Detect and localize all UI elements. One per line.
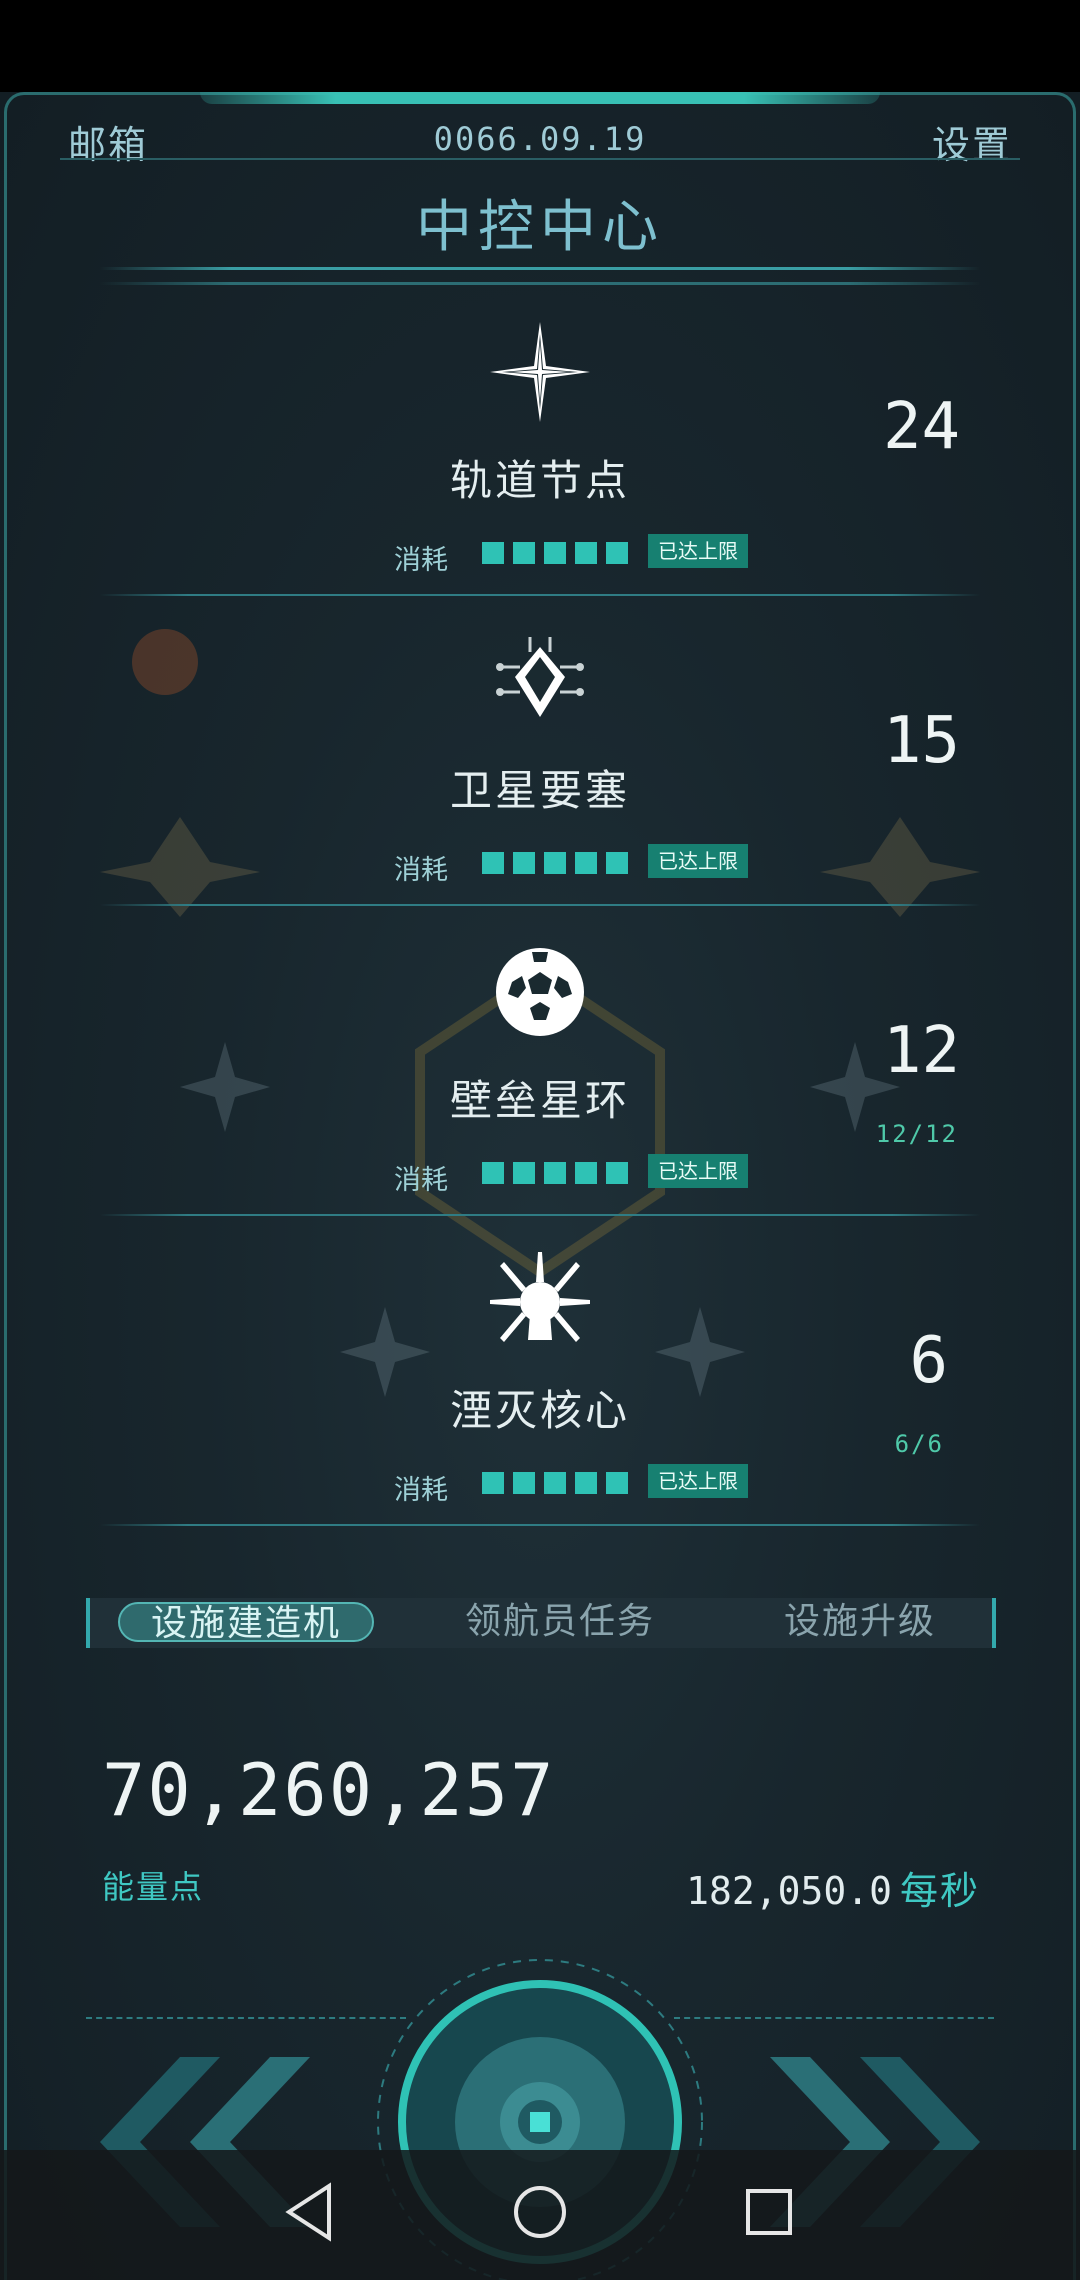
cost-pip <box>482 1162 504 1184</box>
game-date: 0066.09.19 <box>433 120 647 158</box>
facility-row-annihilation-core[interactable]: 湮灭核心 消耗 已达上限 6 6/6 <box>0 1232 1080 1542</box>
cost-pip <box>482 852 504 874</box>
facility-row-satellite-fortress[interactable]: 卫星要塞 消耗 已达上限 15 <box>0 612 1080 922</box>
facility-capacity: 6/6 <box>894 1430 944 1458</box>
square-recents-icon[interactable] <box>745 2188 793 2236</box>
cost-pip <box>606 1162 628 1184</box>
cost-pip <box>513 1162 535 1184</box>
facility-row-bulwark-ring[interactable]: 壁垒星环 消耗 已达上限 12 12/12 <box>0 922 1080 1232</box>
cost-pip <box>575 1472 597 1494</box>
cost-pip <box>544 1162 566 1184</box>
row-divider <box>100 904 980 906</box>
cost-label: 消耗 <box>394 1165 448 1196</box>
control-center-panel: 邮箱 0066.09.19 设置 中控中心 轨道节点 消耗 已达上限 24 卫星… <box>0 92 1080 2280</box>
cost-pip <box>513 1472 535 1494</box>
cost-pips <box>482 1472 628 1494</box>
tab-facility-upgrade[interactable]: 设施升级 <box>750 1602 970 1642</box>
cost-label: 消耗 <box>394 1475 448 1506</box>
header-divider <box>60 158 1020 160</box>
facility-row-orbit-node[interactable]: 轨道节点 消耗 已达上限 24 <box>0 302 1080 612</box>
facility-count: 12 <box>882 1014 960 1088</box>
row-divider <box>100 1214 980 1216</box>
cost-pip <box>606 1472 628 1494</box>
tab-facility-builder[interactable]: 设施建造机 <box>118 1602 374 1644</box>
dashed-guide-right <box>674 2017 994 2019</box>
page-title: 中控中心 <box>416 195 664 260</box>
cost-pip <box>544 542 566 564</box>
cost-pips <box>482 542 628 564</box>
cost-pip <box>513 542 535 564</box>
cost-pip <box>482 1472 504 1494</box>
cost-pips <box>482 1162 628 1184</box>
circle-home-icon[interactable] <box>513 2185 567 2239</box>
cost-pip <box>575 1162 597 1184</box>
dashed-guide-left <box>86 2017 406 2019</box>
triangle-back-icon[interactable] <box>285 2182 335 2242</box>
facility-count: 6 <box>909 1324 948 1398</box>
max-reached-badge: 已达上限 <box>648 844 748 878</box>
cost-pip <box>513 852 535 874</box>
cost-pip <box>575 542 597 564</box>
facility-count: 24 <box>882 390 960 464</box>
tab-navigator-missions[interactable]: 领航员任务 <box>430 1602 690 1642</box>
cost-pip <box>544 1472 566 1494</box>
cost-label: 消耗 <box>394 855 448 886</box>
burst-core-icon <box>490 1252 590 1342</box>
sparkle-star-icon <box>490 322 590 422</box>
max-reached-badge: 已达上限 <box>648 1464 748 1498</box>
energy-rate: 182,050.0 每秒 <box>686 1860 980 1915</box>
cost-pip <box>606 542 628 564</box>
row-divider <box>100 594 980 596</box>
satellite-fortress-icon <box>496 637 584 717</box>
settings-button[interactable]: 设置 <box>932 114 1012 169</box>
facility-count: 15 <box>882 704 960 778</box>
max-reached-badge: 已达上限 <box>648 534 748 568</box>
facility-capacity: 12/12 <box>875 1120 958 1148</box>
cost-pip <box>606 852 628 874</box>
energy-points-label: 能量点 <box>102 1868 205 1906</box>
cost-pip <box>544 852 566 874</box>
tab-bar: 设施建造机 领航员任务 设施升级 <box>86 1598 996 1648</box>
system-nav-bar <box>0 2150 1080 2280</box>
row-divider <box>100 1524 980 1526</box>
cost-pip <box>482 542 504 564</box>
geodesic-sphere-icon <box>496 948 584 1036</box>
title-underline <box>100 267 980 270</box>
cost-pips <box>482 852 628 874</box>
energy-rate-unit: 每秒 <box>899 1869 980 1913</box>
cost-pip <box>575 852 597 874</box>
title-underline-secondary <box>100 282 980 285</box>
max-reached-badge: 已达上限 <box>648 1154 748 1188</box>
cost-label: 消耗 <box>394 545 448 576</box>
energy-points-value: 70,260,257 <box>102 1748 556 1832</box>
energy-rate-value: 182,050.0 <box>686 1869 892 1913</box>
top-accent-bar <box>200 92 880 104</box>
game-screen: 邮箱 0066.09.19 设置 中控中心 轨道节点 消耗 已达上限 24 卫星… <box>0 0 1080 2280</box>
